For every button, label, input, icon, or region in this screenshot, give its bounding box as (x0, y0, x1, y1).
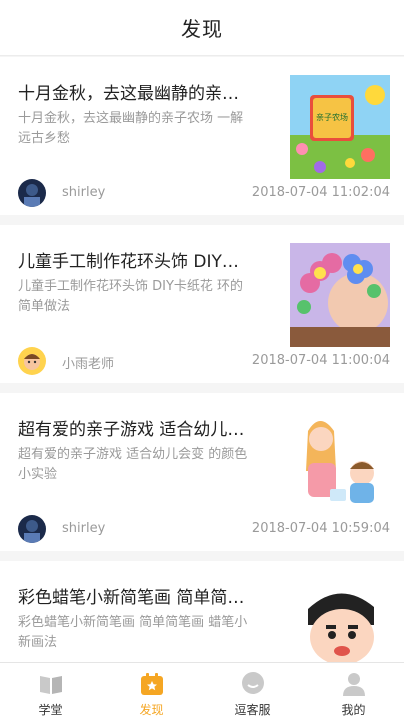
publish-time: 2018-07-04 11:00:04 (251, 353, 390, 368)
author-name: shirley (62, 521, 106, 536)
article-thumbnail[interactable]: 亲子农场 (290, 75, 390, 179)
article-description: 十月金秋，去这最幽静的亲子农场 一解远古乡愁 (18, 111, 244, 146)
flower-crown-illustration (290, 243, 390, 347)
publish-time: 2018-07-04 10:59:04 (251, 521, 390, 536)
article-card[interactable]: 彩色蜡笔小新简笔画 简单简… 彩色蜡笔小新简笔画 简单简笔画 蜡笔小新画法 (0, 561, 404, 662)
tab-label: 发现 (139, 703, 164, 717)
avatar[interactable] (18, 179, 46, 207)
avatar[interactable] (18, 515, 46, 543)
profile-icon (341, 671, 367, 697)
app-header: 发现 (0, 0, 404, 56)
discover-icon (139, 671, 165, 697)
tab-label: 逗客服 (234, 703, 271, 717)
avatar[interactable] (18, 347, 46, 375)
page-title: 发现 (181, 17, 223, 41)
avatar-cartoon-icon (18, 347, 46, 375)
tab-xuetang[interactable]: 学堂 (0, 663, 101, 720)
thumb-text: 亲子农场 (316, 112, 348, 122)
avatar-dark-icon (18, 179, 46, 207)
publish-time: 2018-07-04 11:02:04 (251, 185, 390, 200)
article-title[interactable]: 彩色蜡笔小新简笔画 简单简… (18, 583, 274, 608)
article-card[interactable]: 十月金秋，去这最幽静的亲… 十月金秋，去这最幽静的亲子农场 一解远古乡愁 亲子农… (0, 57, 404, 215)
tab-label: 学堂 (38, 703, 63, 717)
article-card[interactable]: 超有爱的亲子游戏 适合幼儿… 超有爱的亲子游戏 适合幼儿会变 的颜色小实验 sh… (0, 393, 404, 551)
crayon-shinchan-illustration (290, 579, 390, 662)
tab-profile[interactable]: 我的 (303, 663, 404, 720)
article-thumbnail[interactable] (290, 243, 390, 347)
author-name: shirley (62, 185, 106, 200)
article-description: 超有爱的亲子游戏 适合幼儿会变 的颜色小实验 (18, 447, 248, 482)
tab-customer-service[interactable]: 逗客服 (202, 663, 303, 720)
article-thumbnail[interactable] (290, 411, 390, 515)
tab-label: 我的 (341, 703, 366, 717)
article-card[interactable]: 儿童手工制作花环头饰 DIY… 儿童手工制作花环头饰 DIY卡纸花 环的简单做法 (0, 225, 404, 383)
article-feed[interactable]: 十月金秋，去这最幽静的亲… 十月金秋，去这最幽静的亲子农场 一解远古乡愁 亲子农… (0, 57, 404, 662)
chat-icon (240, 671, 266, 697)
article-title[interactable]: 十月金秋，去这最幽静的亲… (18, 79, 274, 104)
tab-discover[interactable]: 发现 (101, 663, 202, 720)
author-name: 小雨老师 (62, 357, 115, 372)
article-thumbnail[interactable] (290, 579, 390, 662)
article-title[interactable]: 超有爱的亲子游戏 适合幼儿… (18, 415, 274, 440)
parent-child-illustration (290, 411, 390, 515)
avatar-dark-icon (18, 515, 46, 543)
article-title[interactable]: 儿童手工制作花环头饰 DIY… (18, 247, 274, 272)
article-description: 彩色蜡笔小新简笔画 简单简笔画 蜡笔小新画法 (18, 615, 248, 650)
article-description: 儿童手工制作花环头饰 DIY卡纸花 环的简单做法 (18, 279, 244, 314)
farm-illustration: 亲子农场 (290, 75, 390, 179)
book-icon (38, 671, 64, 697)
tab-bar: 学堂 发现 逗客服 我的 (0, 662, 404, 720)
